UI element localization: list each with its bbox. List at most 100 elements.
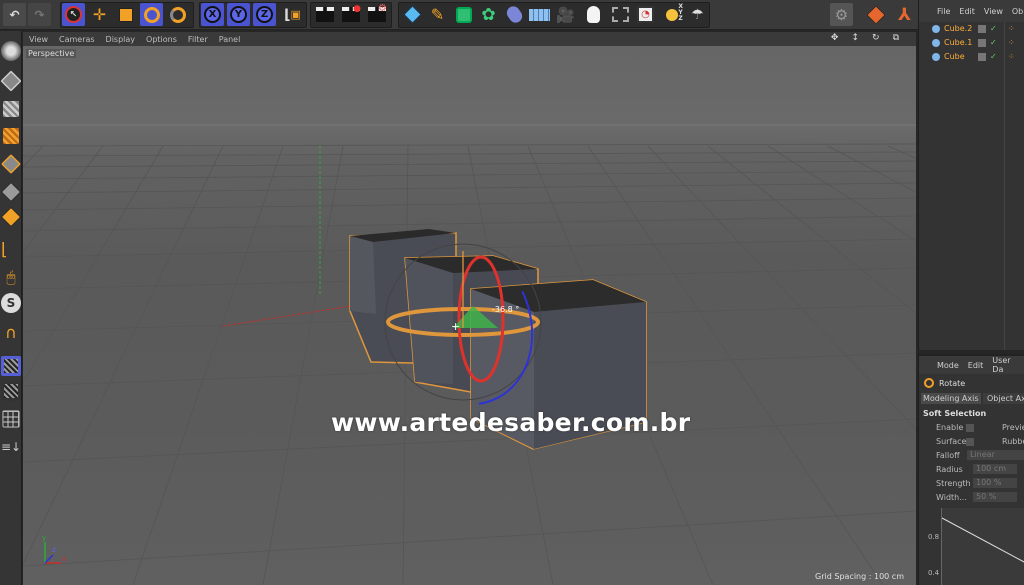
pen-spline-icon[interactable]: ✎ [426, 3, 449, 26]
workplane-icon[interactable] [3, 101, 19, 117]
zoom-view-icon[interactable]: ↕ [851, 33, 861, 43]
deformer-icon[interactable] [503, 3, 526, 26]
strength-input[interactable]: 100 % [973, 478, 1017, 488]
cloner-icon[interactable]: ✿ [477, 3, 500, 26]
object-row-cube-2[interactable]: Cube.2 ✓ ⁘ [919, 22, 1024, 35]
enabled-check-icon[interactable]: ✓ [990, 24, 997, 33]
rotate-view-icon[interactable]: ↻ [872, 33, 882, 43]
visibility-toggle-icon[interactable] [978, 52, 986, 61]
texture-mode-icon[interactable] [0, 70, 22, 92]
light-icon[interactable] [582, 3, 605, 26]
visibility-toggle-icon[interactable] [978, 38, 986, 47]
am-menu-edit[interactable]: Edit [968, 361, 984, 370]
grid-icon[interactable] [1, 381, 21, 401]
watermark-text: www.artedesaber.com.br [331, 408, 691, 437]
tab-object-axis[interactable]: Object Ax [983, 393, 1024, 404]
camera-label: Perspective [26, 49, 77, 58]
y-axis-icon[interactable]: Y [227, 3, 250, 26]
perspective-viewport[interactable]: + Perspective -36.8 ° x y z Grid Spacing… [23, 46, 916, 585]
om-menu-objects[interactable]: Ob [1012, 7, 1023, 16]
render-picture-viewer-icon[interactable]: ● [339, 3, 362, 26]
object-name[interactable]: Cube.1 [944, 38, 972, 47]
viewport-menu-view[interactable]: View [29, 35, 48, 44]
render-settings-icon[interactable]: ⚙ [365, 3, 388, 26]
stack-icon[interactable] [2, 410, 20, 428]
scale-icon[interactable] [114, 3, 137, 26]
viewport-menu-cameras[interactable]: Cameras [59, 35, 95, 44]
visibility-toggle-icon[interactable] [978, 24, 986, 33]
graph-tick-label: 0.4 [928, 569, 940, 577]
layout-icon[interactable]: ⚙ [830, 3, 853, 26]
object-icon[interactable] [864, 3, 887, 26]
am-menu-mode[interactable]: Mode [937, 361, 959, 370]
x-axis-icon[interactable]: X [201, 3, 224, 26]
falloff-graph[interactable]: 0.8 0.4 [928, 508, 1024, 585]
move-view-icon[interactable]: ✥ [831, 33, 841, 43]
coordinate-system-icon[interactable]: ⌊ ▣ [281, 3, 304, 26]
cube-primitive-icon[interactable] [401, 3, 424, 26]
enabled-check-icon[interactable]: ✓ [990, 52, 997, 61]
viewport-menu-panel[interactable]: Panel [219, 35, 241, 44]
falloff-dropdown[interactable]: Linear [967, 450, 1024, 460]
xyz-icon[interactable]: XYZ [660, 3, 683, 26]
tag-icon[interactable]: ⁘ [1008, 52, 1015, 61]
om-menu-edit[interactable]: Edit [959, 7, 975, 16]
magnet-icon[interactable]: S [1, 293, 21, 313]
object-row-cube[interactable]: Cube ✓ ⁘ [919, 50, 1024, 63]
enable-checkbox[interactable] [966, 424, 974, 432]
surface-checkbox[interactable] [966, 438, 974, 446]
object-name[interactable]: Cube.2 [944, 24, 972, 33]
lock-workplane-icon[interactable]: ∩ [1, 323, 21, 343]
maximize-view-icon[interactable]: ⧉ [893, 33, 901, 43]
make-editable-icon[interactable] [1, 41, 21, 61]
undo-icon[interactable]: ↶ [3, 3, 26, 26]
viewport-menubar: View Cameras Display Options Filter Pane… [23, 32, 916, 46]
axis-label-y: y [42, 534, 47, 542]
recent-tool-icon[interactable] [166, 3, 189, 26]
tag-icon[interactable]: ⁘ [1008, 24, 1015, 33]
axis-icon[interactable]: ⅄ [893, 3, 916, 26]
redo-icon[interactable]: ↷ [28, 3, 51, 26]
tweak-mode-icon[interactable]: ⌊ [1, 240, 21, 260]
viewport-menu-filter[interactable]: Filter [188, 35, 208, 44]
om-menu-file[interactable]: File [937, 7, 950, 16]
polygons-mode-icon[interactable] [1, 182, 21, 202]
z-axis-icon[interactable]: Z [253, 3, 276, 26]
move-icon[interactable]: ✛ [88, 3, 111, 26]
floor-icon[interactable] [528, 3, 551, 26]
object-row-cube-1[interactable]: Cube.1 ✓ ⁘ [919, 36, 1024, 49]
radius-input[interactable]: 100 cm [973, 464, 1017, 474]
enabled-check-icon[interactable]: ✓ [990, 38, 997, 47]
field-surface: Surface Rubbe [936, 437, 1024, 446]
camera-icon[interactable]: 🎥 [554, 3, 577, 26]
field-strength: Strength 100 % [936, 478, 1024, 488]
live-selection-icon[interactable]: ↖ [62, 3, 85, 26]
scene-icon[interactable]: ◔ [634, 3, 657, 26]
render-view-icon[interactable] [313, 3, 336, 26]
om-menu-view[interactable]: View [984, 7, 1003, 16]
am-menu-user-data[interactable]: User Da [992, 356, 1015, 374]
edges-mode-icon[interactable] [1, 154, 21, 174]
subdivision-surface-icon[interactable] [452, 3, 475, 26]
tab-modeling-axis[interactable]: Modeling Axis [921, 393, 981, 404]
viewport-menu-display[interactable]: Display [106, 35, 136, 44]
list-icon[interactable]: ≡↓ [1, 437, 21, 457]
object-name[interactable]: Cube [944, 52, 965, 61]
axis-mode-icon[interactable] [1, 207, 21, 227]
solo-icon[interactable] [1, 356, 21, 376]
texture-tag-icon[interactable] [609, 3, 632, 26]
points-mode-icon[interactable] [3, 128, 19, 144]
width-input[interactable]: 50 % [973, 492, 1017, 502]
snap-icon[interactable]: 🖱 [1, 267, 21, 287]
section-title: Soft Selection [923, 409, 987, 418]
viewport-menu-options[interactable]: Options [146, 35, 177, 44]
object-manager-panel: File Edit View Ob Cube.2 ✓ ⁘ Cube.1 ✓ ⁘ … [918, 0, 1024, 350]
field-radius: Radius 100 cm [936, 464, 1024, 474]
tag-icon[interactable]: ⁘ [1008, 38, 1015, 47]
preview-label: Previe [1002, 423, 1024, 432]
main-toolbar: ↶ ↷ ↖ ✛ X Y Z ⌊ ▣ ● ⚙ ✎ ✿ 🎥 ◔ XYZ ☂ ⚙ ⅄ [0, 0, 1024, 30]
field-width: Width... 50 % [936, 492, 1024, 502]
axis-label-x: x [62, 555, 67, 563]
rotate-icon[interactable] [140, 3, 163, 26]
material-icon[interactable]: ☂ [686, 3, 709, 26]
